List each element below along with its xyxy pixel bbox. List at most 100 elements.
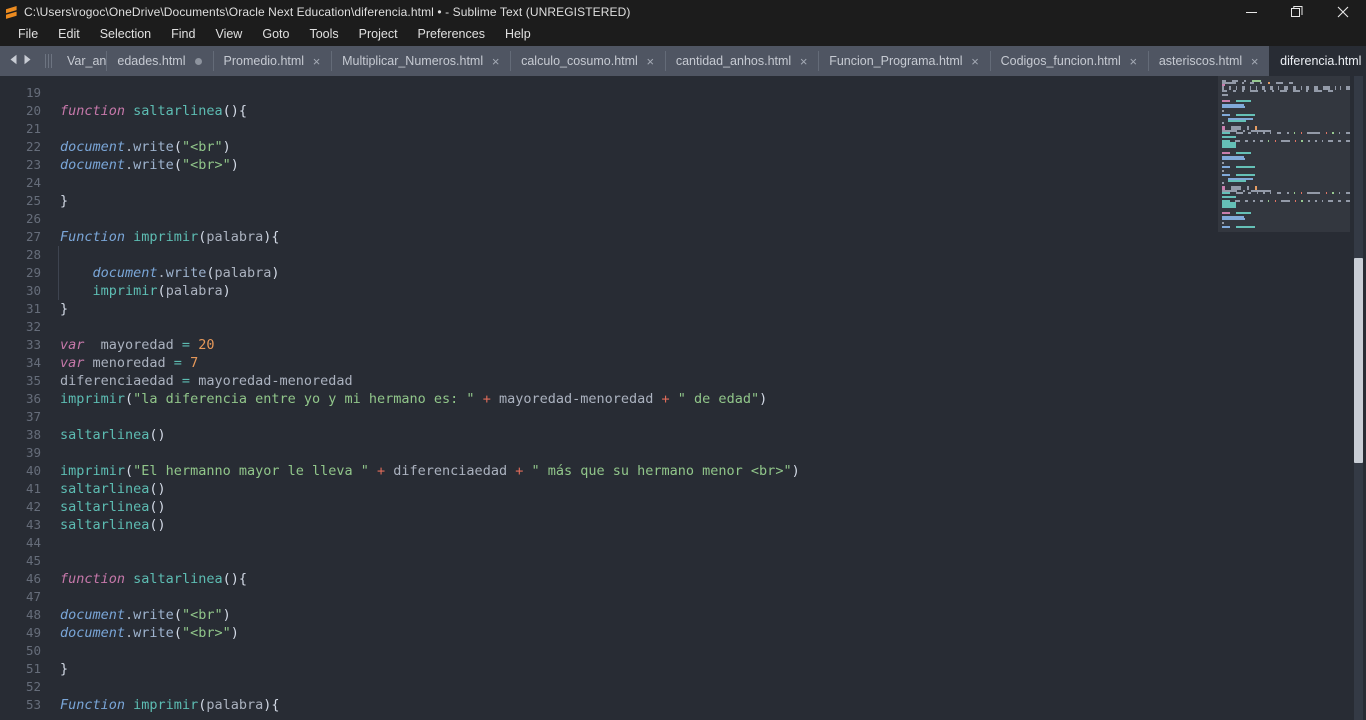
restore-icon[interactable] bbox=[1274, 0, 1320, 24]
tab-strip: Var_an edades.html Promedio.html × Multiplic… bbox=[56, 46, 1366, 76]
tab-asteriscos-html[interactable]: asteriscos.html × bbox=[1147, 46, 1270, 76]
minimap[interactable] bbox=[1218, 76, 1350, 720]
line-number: 33 bbox=[25, 337, 41, 352]
code-line[interactable] bbox=[60, 408, 1218, 426]
tab-label: Funcion_Programa.html bbox=[829, 54, 963, 68]
tab-close-icon[interactable]: × bbox=[970, 55, 981, 68]
line-number: 27 bbox=[25, 229, 41, 244]
code-line[interactable] bbox=[60, 174, 1218, 192]
line-number: 34 bbox=[25, 355, 41, 370]
tab-codigos-funcion-html[interactable]: Codigos_funcion.html × bbox=[989, 46, 1148, 76]
tab-multiplicar-numeros-html[interactable]: Multiplicar_Numeros.html × bbox=[331, 46, 511, 76]
tab-close-icon[interactable]: × bbox=[311, 55, 322, 68]
code-line[interactable] bbox=[60, 588, 1218, 606]
code-line[interactable] bbox=[60, 534, 1218, 552]
code-line[interactable]: function saltarlinea(){ bbox=[60, 102, 1218, 120]
editor-area: 19 20 21 22 23 24 25 26 27 28 29 30 31 32 33 34 35 36 37 38… bbox=[0, 76, 1366, 720]
tab-bar: Var_an edades.html Promedio.html × Multiplic… bbox=[0, 46, 1366, 76]
code-line[interactable]: imprimir(palabra) bbox=[60, 282, 1218, 300]
code-line[interactable]: document.write("<br>") bbox=[60, 624, 1218, 642]
code-line[interactable] bbox=[60, 318, 1218, 336]
code-line[interactable]: document.write("<br>") bbox=[60, 156, 1218, 174]
code-content[interactable]: function saltarlinea(){ document.write("… bbox=[52, 76, 1218, 720]
close-icon[interactable] bbox=[1320, 0, 1366, 24]
drag-grip-icon[interactable] bbox=[40, 46, 56, 76]
tab-modified-dot-icon[interactable] bbox=[194, 57, 202, 65]
code-line[interactable] bbox=[60, 120, 1218, 138]
code-line[interactable]: document.write(palabra) bbox=[60, 264, 1218, 282]
menu-view[interactable]: View bbox=[205, 25, 252, 45]
menu-project[interactable]: Project bbox=[349, 25, 408, 45]
title-bar: C:\Users\rogoc\OneDrive\Documents\Oracle… bbox=[0, 0, 1366, 24]
chevron-left-icon[interactable] bbox=[9, 52, 18, 70]
tab-diferencia-html[interactable]: diferencia.html bbox=[1269, 46, 1366, 76]
tab-close-icon[interactable]: × bbox=[645, 55, 656, 68]
line-number: 42 bbox=[25, 499, 41, 514]
code-line[interactable]: function saltarlinea(){ bbox=[60, 570, 1218, 588]
tab-close-icon[interactable]: × bbox=[490, 55, 501, 68]
menu-edit[interactable]: Edit bbox=[48, 25, 90, 45]
tab-calculo-cosumo-html[interactable]: calculo_cosumo.html × bbox=[510, 46, 665, 76]
code-line[interactable]: saltarlinea() bbox=[60, 498, 1218, 516]
minimap-line bbox=[1218, 132, 1350, 134]
tab-funcion-programa-html[interactable]: Funcion_Programa.html × bbox=[818, 46, 990, 76]
code-line[interactable]: Function imprimir(palabra){ bbox=[60, 696, 1218, 714]
tab-var-an[interactable]: Var_an bbox=[56, 46, 107, 76]
code-line[interactable] bbox=[60, 246, 1218, 264]
code-line[interactable] bbox=[60, 678, 1218, 696]
code-line[interactable]: imprimir("la diferencia entre yo y mi he… bbox=[60, 390, 1218, 408]
tab-close-icon[interactable]: × bbox=[1128, 55, 1139, 68]
code-line[interactable] bbox=[60, 552, 1218, 570]
tab-nav-arrows[interactable] bbox=[0, 46, 40, 76]
code-line[interactable]: document.write("<br") bbox=[60, 606, 1218, 624]
code-line[interactable]: Function imprimir(palabra){ bbox=[60, 228, 1218, 246]
tab-label: Promedio.html bbox=[223, 54, 305, 68]
tab-cantidad-anhos-html[interactable]: cantidad_anhos.html × bbox=[664, 46, 819, 76]
menu-find[interactable]: Find bbox=[161, 25, 205, 45]
line-number: 36 bbox=[25, 391, 41, 406]
sublime-text-logo-icon bbox=[0, 0, 22, 24]
tab-label: calculo_cosumo.html bbox=[521, 54, 638, 68]
code-line[interactable]: imprimir("El hermanno mayor le lleva " +… bbox=[60, 462, 1218, 480]
menu-help[interactable]: Help bbox=[495, 25, 541, 45]
code-pane[interactable]: 19 20 21 22 23 24 25 26 27 28 29 30 31 32 33 34 35 36 37 38… bbox=[0, 76, 1218, 720]
code-line[interactable]: var menoredad = 7 bbox=[60, 354, 1218, 372]
code-line[interactable] bbox=[60, 444, 1218, 462]
code-line[interactable]: var mayoredad = 20 bbox=[60, 336, 1218, 354]
code-line[interactable]: saltarlinea() bbox=[60, 480, 1218, 498]
line-number: 47 bbox=[25, 589, 41, 604]
line-number: 51 bbox=[25, 661, 41, 676]
code-line[interactable] bbox=[60, 642, 1218, 660]
chevron-right-icon[interactable] bbox=[23, 52, 32, 70]
code-line[interactable]: } bbox=[60, 660, 1218, 678]
menu-file[interactable]: File bbox=[8, 25, 48, 45]
menu-selection[interactable]: Selection bbox=[90, 25, 161, 45]
tab-edades-html[interactable]: edades.html bbox=[106, 46, 213, 76]
menu-goto[interactable]: Goto bbox=[252, 25, 299, 45]
code-line[interactable]: } bbox=[60, 300, 1218, 318]
code-line[interactable]: document.write("<br") bbox=[60, 138, 1218, 156]
code-line[interactable]: } bbox=[60, 192, 1218, 210]
scrollbar-thumb[interactable] bbox=[1354, 258, 1363, 463]
menu-tools[interactable]: Tools bbox=[299, 25, 348, 45]
code-line[interactable] bbox=[60, 210, 1218, 228]
line-number: 25 bbox=[25, 193, 41, 208]
code-line[interactable]: saltarlinea() bbox=[60, 426, 1218, 444]
tab-label: Codigos_funcion.html bbox=[1000, 54, 1121, 68]
code-line[interactable]: diferenciaedad = mayoredad-menoredad bbox=[60, 372, 1218, 390]
code-line[interactable] bbox=[60, 84, 1218, 102]
tab-close-icon[interactable]: × bbox=[798, 55, 809, 68]
line-number: 45 bbox=[25, 553, 41, 568]
tab-promedio-html[interactable]: Promedio.html × bbox=[212, 46, 332, 76]
vertical-scrollbar[interactable] bbox=[1350, 76, 1366, 720]
line-number: 20 bbox=[25, 103, 41, 118]
menu-preferences[interactable]: Preferences bbox=[408, 25, 495, 45]
tab-label: Multiplicar_Numeros.html bbox=[342, 54, 484, 68]
code-line[interactable]: saltarlinea() bbox=[60, 516, 1218, 534]
line-number: 29 bbox=[25, 265, 41, 280]
line-number: 38 bbox=[25, 427, 41, 442]
minimap-line bbox=[1218, 90, 1350, 92]
minimize-icon[interactable] bbox=[1228, 0, 1274, 24]
tab-close-icon[interactable]: × bbox=[1249, 55, 1260, 68]
line-number: 35 bbox=[25, 373, 41, 388]
